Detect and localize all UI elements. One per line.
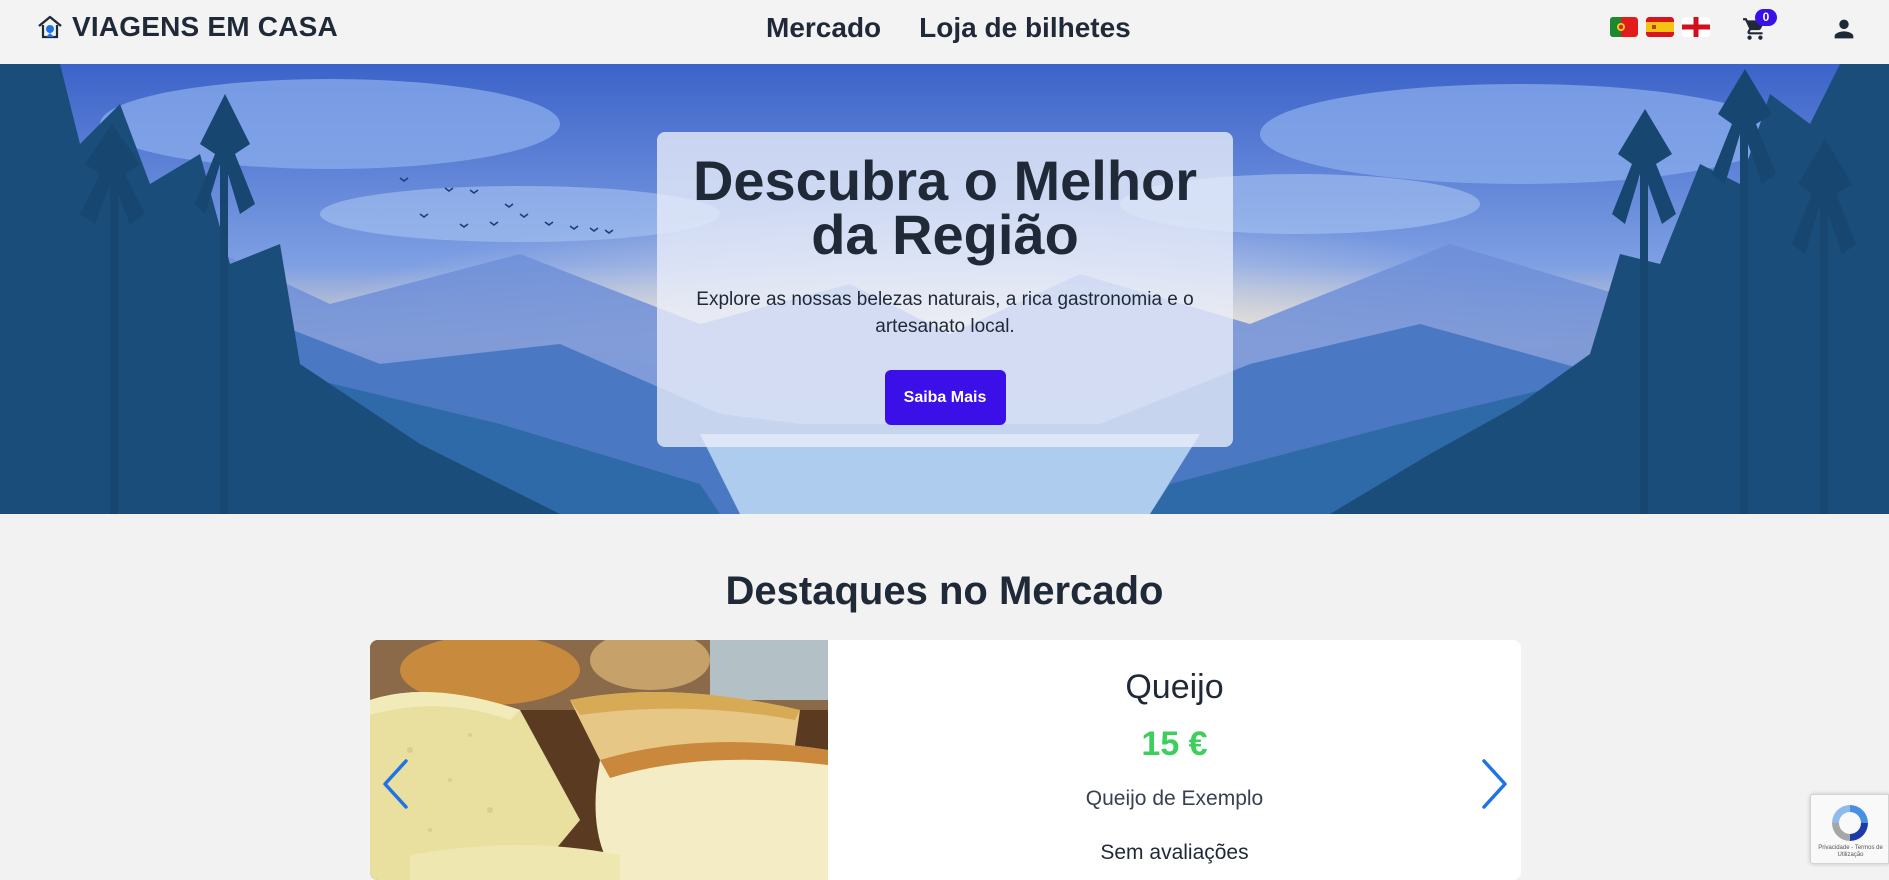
learn-more-button[interactable]: Saiba Mais bbox=[884, 370, 1006, 425]
hero-title: Descubra o Melhor da Região bbox=[692, 149, 1198, 266]
hero-subtitle: Explore as nossas belezas naturais, a ri… bbox=[696, 289, 1194, 337]
product-price: 15 € bbox=[1141, 725, 1208, 763]
product-name[interactable]: Queijo bbox=[828, 667, 1521, 707]
cart-count-badge: 0 bbox=[1755, 9, 1777, 26]
user-icon[interactable] bbox=[1830, 15, 1858, 43]
top-header: VIAGENS EM CASA Mercado Loja de bilhetes… bbox=[0, 0, 1889, 64]
recaptcha-icon bbox=[1831, 805, 1868, 841]
product-info: Queijo 15 € Queijo de Exemplo Sem avalia… bbox=[828, 640, 1521, 867]
nav-loja-bilhetes[interactable]: Loja de bilhetes bbox=[919, 12, 1131, 44]
brand-logo[interactable]: VIAGENS EM CASA bbox=[36, 12, 338, 42]
hero-banner: Descubra o Melhor da Região Explore as n… bbox=[0, 64, 1889, 514]
product-description: Queijo de Exemplo bbox=[1085, 787, 1264, 810]
carousel-prev-icon[interactable] bbox=[380, 758, 410, 810]
main-nav: Mercado Loja de bilhetes bbox=[766, 12, 1131, 44]
highlights-title: Destaques no Mercado bbox=[725, 569, 1164, 613]
cheese-product-image[interactable] bbox=[370, 640, 828, 880]
recaptcha-links[interactable]: Privacidade - Termos de Utilização bbox=[1811, 845, 1889, 859]
product-rating-text: Sem avaliações bbox=[1100, 841, 1249, 864]
recaptcha-badge[interactable]: Privacidade - Termos de Utilização bbox=[1810, 794, 1889, 864]
flag-england-icon[interactable] bbox=[1682, 17, 1710, 37]
language-selector bbox=[1610, 17, 1710, 37]
carousel-next-icon[interactable] bbox=[1480, 758, 1510, 810]
product-carousel: Queijo 15 € Queijo de Exemplo Sem avalia… bbox=[370, 640, 1521, 880]
brand-name: VIAGENS EM CASA bbox=[72, 11, 338, 42]
hero-card: Descubra o Melhor da Região Explore as n… bbox=[657, 132, 1233, 447]
nav-mercado[interactable]: Mercado bbox=[766, 12, 881, 44]
house-pin-icon bbox=[38, 15, 62, 39]
flag-portugal-icon[interactable] bbox=[1610, 17, 1638, 37]
flag-spain-icon[interactable] bbox=[1646, 17, 1674, 37]
